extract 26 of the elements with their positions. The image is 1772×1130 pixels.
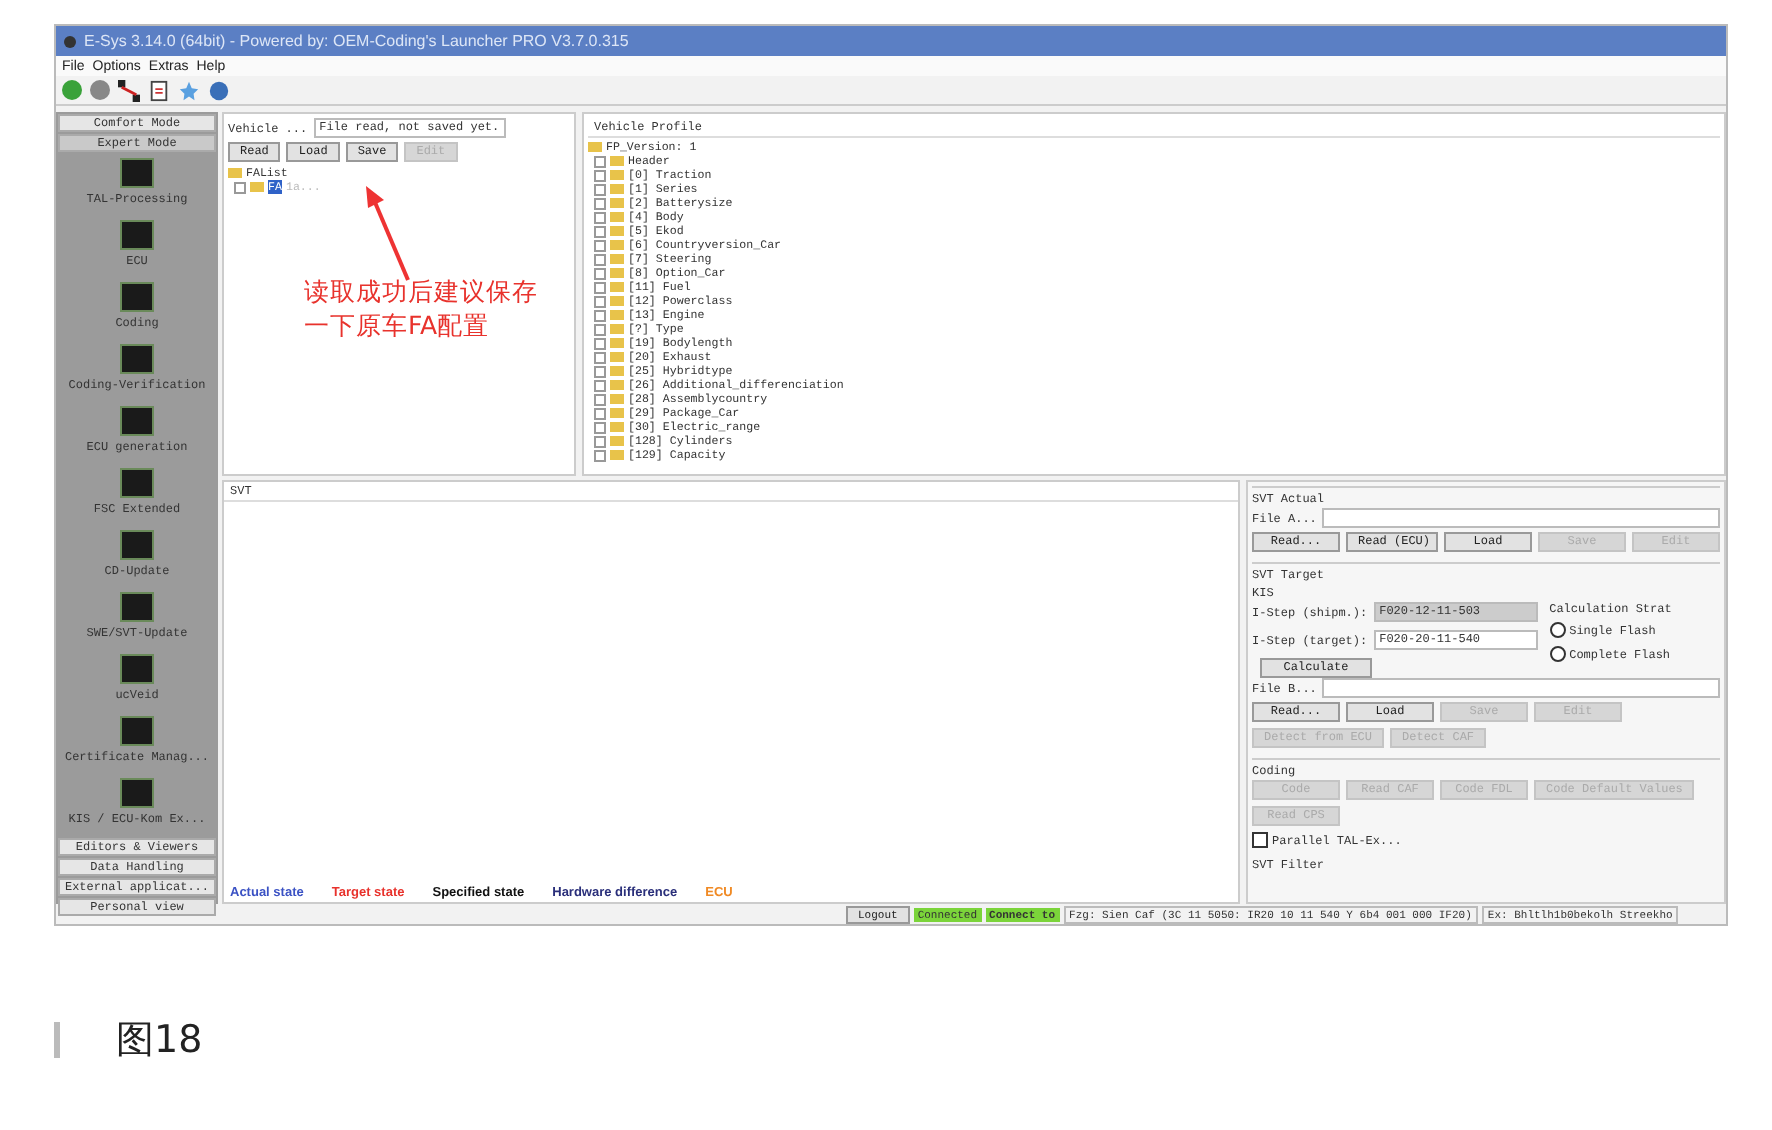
monitor-icon[interactable] — [119, 158, 154, 188]
window-title: E-Sys 3.14.0 (64bit) - Powered by: OEM-Coding's Launcher PRO V3.7.0.315 — [84, 32, 629, 50]
monitor-icon[interactable] — [119, 778, 154, 808]
app-icon — [64, 35, 76, 47]
annotation-text: 一下原车FA配置 — [304, 308, 492, 342]
monitor-icon[interactable] — [120, 220, 154, 250]
monitor-icon[interactable] — [119, 344, 154, 374]
go-icon[interactable] — [62, 80, 82, 100]
file-field[interactable] — [1322, 678, 1720, 698]
monitor-icon[interactable] — [119, 282, 154, 312]
document-icon[interactable] — [148, 79, 170, 101]
monitor-icon[interactable] — [119, 716, 154, 746]
monitor-icon[interactable] — [120, 468, 154, 498]
disc-icon[interactable] — [90, 80, 110, 100]
figure-caption: 图18 — [116, 1016, 203, 1066]
expand-icon[interactable] — [234, 181, 246, 193]
network-icon[interactable] — [118, 79, 140, 101]
monitor-icon[interactable] — [119, 654, 154, 684]
annotation-text: 读取成功后建议保存 — [304, 274, 538, 308]
monitor-icon[interactable] — [119, 592, 154, 622]
caption-marker — [54, 1022, 60, 1058]
monitor-icon[interactable] — [119, 406, 154, 436]
star-icon[interactable] — [178, 79, 200, 101]
help-icon[interactable] — [208, 79, 230, 101]
monitor-icon[interactable] — [120, 530, 154, 560]
file-field[interactable] — [1322, 508, 1720, 528]
